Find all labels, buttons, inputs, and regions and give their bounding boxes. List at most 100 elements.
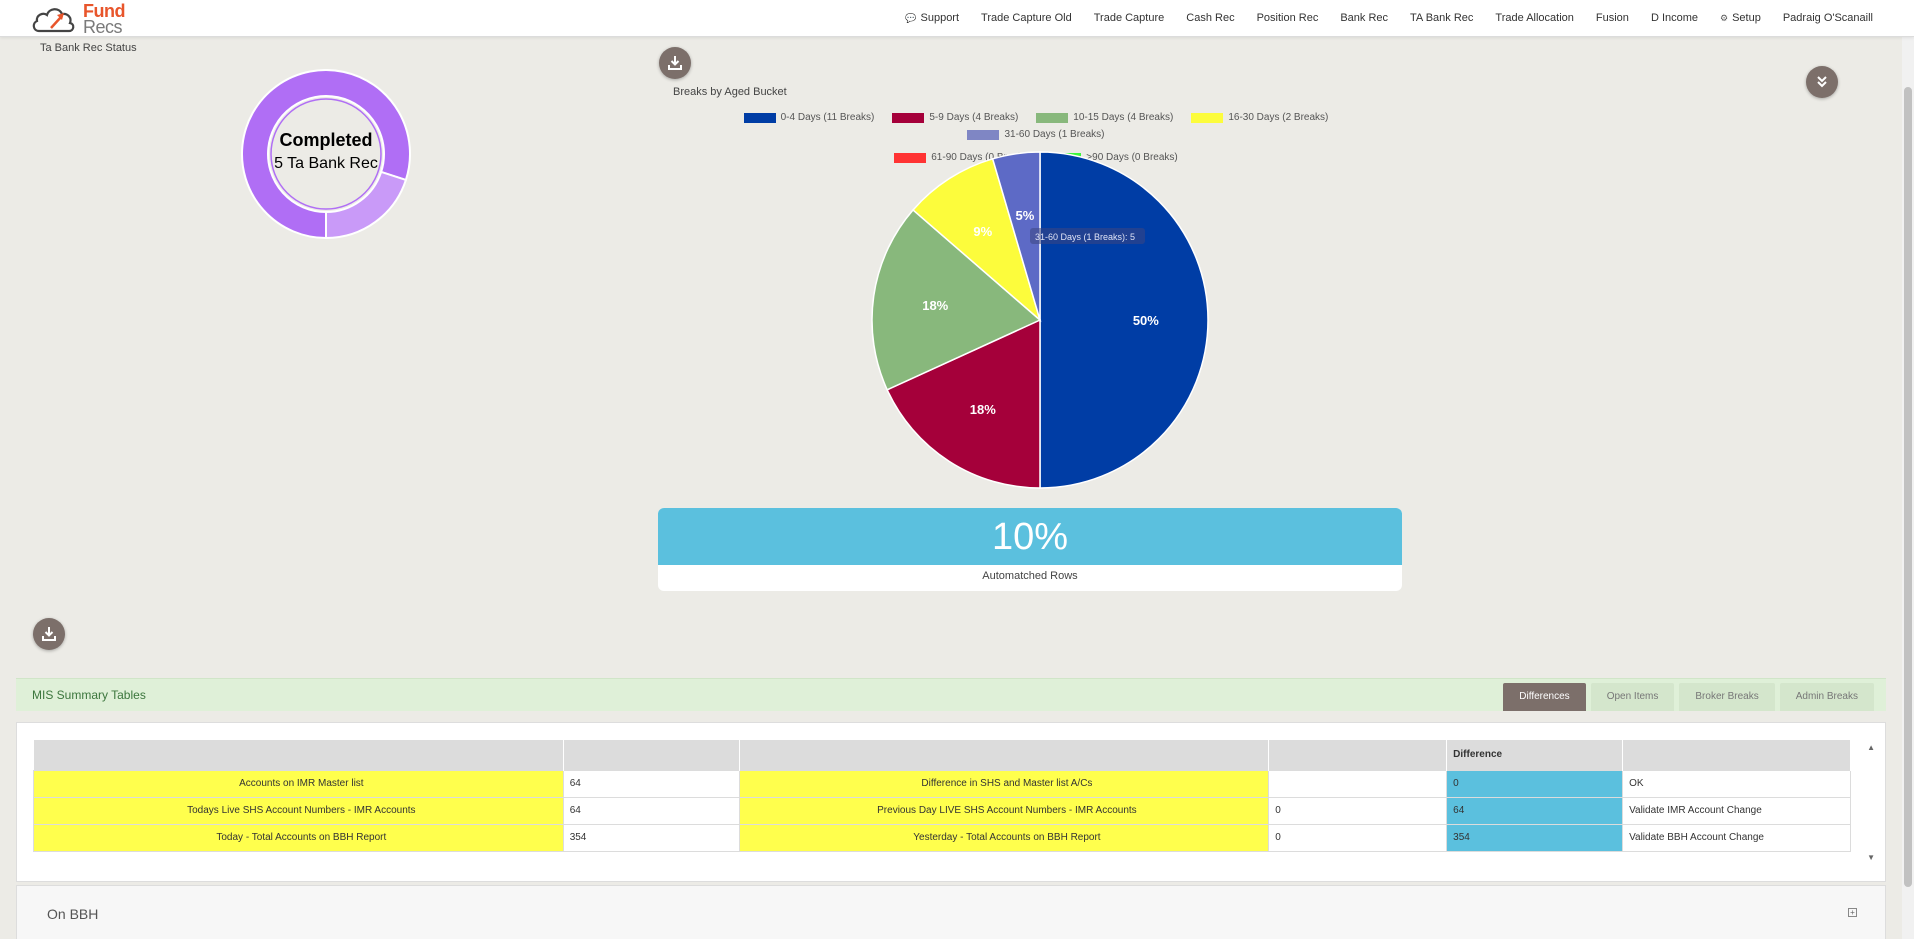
download-icon bbox=[42, 627, 56, 641]
mis-tabs: Differences Open Items Broker Breaks Admin … bbox=[1503, 683, 1874, 711]
legend-item[interactable]: 5-9 Days (4 Breaks) bbox=[892, 112, 1018, 123]
logo-text-recs: Recs bbox=[83, 17, 123, 37]
nav-item-padraig-o-scanaill[interactable]: Padraig O'Scanaill bbox=[1772, 12, 1884, 24]
table-cell: 0 bbox=[1446, 769, 1624, 798]
table-header-cell bbox=[1268, 740, 1448, 770]
nav-item-position-rec[interactable]: Position Rec bbox=[1246, 12, 1330, 24]
nav-item-trade-capture[interactable]: Trade Capture bbox=[1083, 12, 1176, 24]
legend-label: 5-9 Days (4 Breaks) bbox=[929, 112, 1019, 123]
legend-label: 10-15 Days (4 Breaks) bbox=[1073, 112, 1174, 123]
pie-slice-label: 50% bbox=[1133, 313, 1159, 328]
nav-item-label: Trade Capture bbox=[1093, 12, 1165, 24]
table-scroll-up-icon[interactable]: ▲ bbox=[1867, 743, 1875, 752]
legend-item[interactable]: 0-4 Days (11 Breaks) bbox=[743, 112, 875, 123]
table-cell: 354 bbox=[1446, 823, 1624, 852]
table-cell: Yesterday - Total Accounts on BBH Report bbox=[738, 823, 1270, 852]
download-chart-button[interactable] bbox=[659, 47, 691, 79]
nav-item-fusion[interactable]: Fusion bbox=[1585, 12, 1640, 24]
automatched-value: 10% bbox=[658, 508, 1402, 565]
legend-swatch bbox=[743, 112, 776, 123]
donut-label-count: 5 Ta Bank Rec bbox=[274, 155, 378, 172]
nav-item-label: D Income bbox=[1650, 12, 1699, 24]
table-cell: 64 bbox=[562, 769, 740, 798]
nav-item-label: Padraig O'Scanaill bbox=[1782, 12, 1873, 24]
chart-title: Breaks by Aged Bucket bbox=[673, 86, 787, 98]
table-header-cell bbox=[563, 740, 740, 770]
mis-panel: Difference Accounts on IMR Master list 64… bbox=[16, 722, 1886, 882]
nav-item-bank-rec[interactable]: Bank Rec bbox=[1329, 12, 1399, 24]
automatched-label: Automatched Rows bbox=[982, 570, 1078, 582]
nav-item-trade-allocation[interactable]: Trade Allocation bbox=[1484, 12, 1584, 24]
page-scrollbar[interactable] bbox=[1902, 37, 1914, 939]
nav-item-trade-capture-old[interactable]: Trade Capture Old bbox=[970, 12, 1083, 24]
donut-label-status: Completed bbox=[279, 130, 373, 150]
legend-swatch bbox=[967, 129, 1000, 140]
legend-item[interactable]: 31-60 Days (1 Breaks) bbox=[967, 129, 1105, 140]
main-nav: 💬 Support Trade Capture Old Trade Capture Ca… bbox=[894, 0, 1884, 36]
table-header-cell bbox=[1622, 740, 1851, 770]
on-bbh-panel: On BBH + bbox=[16, 885, 1886, 939]
status-donut-chart[interactable] bbox=[241, 69, 411, 239]
table-row: Accounts on IMR Master list 64 Difference … bbox=[33, 769, 1851, 798]
nav-item-d-income[interactable]: D Income bbox=[1640, 12, 1709, 24]
fundrecs-logo[interactable]: Fund Recs bbox=[31, 2, 141, 37]
table-cell: Todays Live SHS Account Numbers - IMR Ac… bbox=[33, 796, 564, 825]
legend-item[interactable]: 16-30 Days (2 Breaks) bbox=[1191, 112, 1328, 123]
tab-open-items[interactable]: Open Items bbox=[1590, 683, 1675, 711]
table-cell: Validate IMR Account Change bbox=[1622, 796, 1851, 825]
table-cell: Previous Day LIVE SHS Account Numbers - … bbox=[738, 796, 1270, 825]
cloud-logo-icon bbox=[32, 8, 75, 33]
page-scrollbar-thumb[interactable] bbox=[1904, 87, 1912, 887]
pie-slice[interactable] bbox=[1039, 151, 1209, 489]
nav-item-label: Position Rec bbox=[1256, 12, 1319, 24]
mis-header: MIS Summary Tables Differences Open Items… bbox=[16, 678, 1886, 711]
legend-label: 0-4 Days (11 Breaks) bbox=[780, 112, 875, 123]
nav-item-label: Cash Rec bbox=[1186, 12, 1235, 24]
table-cell: 64 bbox=[562, 796, 740, 825]
nav-item-label: Trade Allocation bbox=[1495, 12, 1574, 24]
table-cell: 64 bbox=[1446, 796, 1624, 825]
table-cell: Today - Total Accounts on BBH Report bbox=[33, 823, 564, 852]
pie-slice-label: 18% bbox=[922, 298, 948, 313]
table-cell: Difference in SHS and Master list A/Cs bbox=[738, 769, 1270, 798]
table-header-cell bbox=[33, 740, 564, 770]
gears-icon: ⚙ bbox=[1720, 12, 1729, 23]
pie-tooltip: 31-60 Days (1 Breaks): 5 bbox=[1030, 228, 1145, 244]
table-cell bbox=[1268, 769, 1448, 798]
status-title: Ta Bank Rec Status bbox=[40, 42, 137, 54]
legend-swatch bbox=[892, 112, 925, 123]
mis-title: MIS Summary Tables bbox=[32, 688, 146, 702]
legend-item[interactable]: 10-15 Days (4 Breaks) bbox=[1036, 112, 1173, 123]
top-navbar: Fund Recs 💬 Support Trade Capture Old Trade… bbox=[0, 0, 1914, 37]
nav-item-label: TA Bank Rec bbox=[1410, 12, 1474, 24]
tab-differences[interactable]: Differences bbox=[1503, 683, 1586, 711]
expand-icon[interactable]: + bbox=[1848, 908, 1857, 917]
breaks-pie-chart[interactable]: 50% 18% 18% 9% 5%31-60 Days (1 Breaks): 5 bbox=[870, 150, 1210, 490]
nav-item-setup[interactable]: ⚙ Setup bbox=[1709, 12, 1772, 24]
legend-label: 31-60 Days (1 Breaks) bbox=[1004, 129, 1105, 140]
double-chevron-down-icon bbox=[1817, 76, 1827, 88]
donut-inner-ring bbox=[270, 98, 382, 210]
pie-slice-label: 9% bbox=[973, 224, 992, 239]
table-cell: Validate BBH Account Change bbox=[1622, 823, 1851, 852]
nav-item-ta-bank-rec[interactable]: TA Bank Rec bbox=[1399, 12, 1484, 24]
tab-broker-breaks[interactable]: Broker Breaks bbox=[1679, 683, 1775, 711]
nav-item-cash-rec[interactable]: Cash Rec bbox=[1175, 12, 1245, 24]
table-scroll-down-icon[interactable]: ▼ bbox=[1867, 853, 1875, 862]
nav-item-support[interactable]: 💬 Support bbox=[894, 12, 970, 24]
table-cell: Accounts on IMR Master list bbox=[33, 769, 564, 798]
donut-segment-remaining[interactable] bbox=[325, 170, 408, 239]
nav-item-label: Setup bbox=[1732, 12, 1761, 24]
tab-admin-breaks[interactable]: Admin Breaks bbox=[1779, 683, 1874, 711]
table-cell: 0 bbox=[1268, 823, 1448, 852]
download-table-button[interactable] bbox=[33, 618, 65, 650]
table-header-cell: Difference bbox=[1446, 740, 1624, 770]
collapse-button[interactable] bbox=[1806, 66, 1838, 98]
pie-tooltip-text: 31-60 Days (1 Breaks): 5 bbox=[1035, 232, 1135, 242]
table-row: Today - Total Accounts on BBH Report 354 Y… bbox=[33, 823, 1851, 852]
legend-label: 16-30 Days (2 Breaks) bbox=[1228, 112, 1329, 123]
on-bbh-title: On BBH bbox=[47, 906, 99, 922]
table-cell: 0 bbox=[1268, 796, 1448, 825]
download-icon bbox=[668, 56, 682, 70]
legend-swatch bbox=[1191, 112, 1224, 123]
